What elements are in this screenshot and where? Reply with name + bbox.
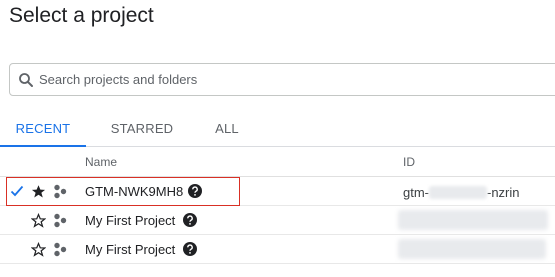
redacted-id <box>429 186 487 199</box>
search-box[interactable] <box>9 63 555 96</box>
project-id-prefix: gtm- <box>403 185 429 200</box>
dialog-title: Select a project <box>9 4 154 27</box>
project-icon <box>54 242 67 257</box>
column-header-name[interactable]: Name <box>85 154 117 170</box>
project-id-suffix: -nzrin <box>487 185 520 200</box>
star-outline-icon[interactable] <box>31 242 46 257</box>
tab-recent[interactable]: RECENT <box>0 112 86 147</box>
project-name[interactable]: GTM-NWK9MH8 <box>85 184 183 199</box>
column-header-id[interactable]: ID <box>403 154 415 170</box>
tab-all[interactable]: ALL <box>196 112 258 146</box>
project-id: gtm- -nzrin <box>403 184 520 200</box>
project-picker-dialog: Select a project RECENT STARRED ALL Name… <box>0 0 555 277</box>
help-icon[interactable] <box>183 242 197 256</box>
project-name[interactable]: My First Project <box>85 242 175 257</box>
search-input[interactable] <box>39 67 539 92</box>
star-filled-icon[interactable] <box>31 184 46 199</box>
table-row[interactable]: My First Project <box>0 235 555 264</box>
table-row[interactable]: GTM-NWK9MH8 gtm- -nzrin <box>0 177 555 206</box>
search-icon <box>19 73 33 87</box>
table-row[interactable]: My First Project <box>0 206 555 235</box>
redacted-id <box>398 210 548 230</box>
tab-bar: RECENT STARRED ALL <box>0 112 555 147</box>
row-divider <box>0 263 555 264</box>
check-icon <box>10 185 24 197</box>
help-icon[interactable] <box>188 184 202 198</box>
redacted-id <box>398 239 546 259</box>
tab-starred[interactable]: STARRED <box>98 112 186 146</box>
project-icon <box>54 184 67 199</box>
help-icon[interactable] <box>183 213 197 227</box>
project-icon <box>54 213 67 228</box>
project-name[interactable]: My First Project <box>85 213 175 228</box>
star-outline-icon[interactable] <box>31 213 46 228</box>
